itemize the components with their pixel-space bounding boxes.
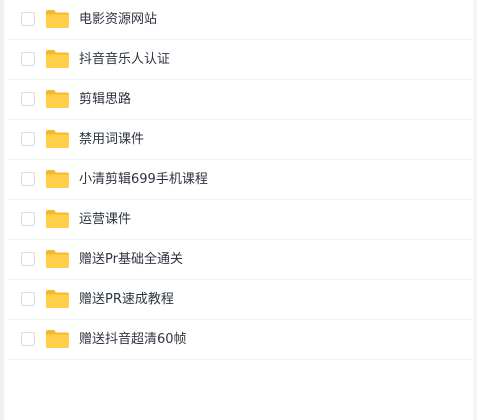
list-item-folder[interactable]: 抖音音乐人认证 <box>8 40 477 80</box>
row-checkbox[interactable] <box>21 332 35 346</box>
scrollbar-track[interactable] <box>473 0 477 420</box>
folder-name[interactable]: 运营课件 <box>79 200 131 240</box>
list-item-folder[interactable]: 运营课件 <box>8 200 477 240</box>
folder-icon <box>45 249 70 269</box>
folder-icon <box>45 129 70 149</box>
folder-icon <box>45 289 70 309</box>
folder-name[interactable]: 剪辑思路 <box>79 80 131 120</box>
folder-icon <box>45 9 70 29</box>
list-item-folder[interactable]: 赠送Pr基础全通关 <box>8 240 477 280</box>
list-item-folder[interactable]: 电影资源网站 <box>8 0 477 40</box>
folder-icon <box>45 329 70 349</box>
folder-name[interactable]: 赠送抖音超清60帧 <box>79 320 187 360</box>
list-item-folder[interactable]: 赠送抖音超清60帧 <box>8 320 477 360</box>
row-checkbox[interactable] <box>21 92 35 106</box>
folder-icon <box>45 169 70 189</box>
folder-name[interactable]: 赠送PR速成教程 <box>79 280 174 320</box>
folder-name[interactable]: 赠送Pr基础全通关 <box>79 240 183 280</box>
row-checkbox[interactable] <box>21 132 35 146</box>
row-checkbox[interactable] <box>21 252 35 266</box>
list-item-folder[interactable]: 小清剪辑699手机课程 <box>8 160 477 200</box>
row-checkbox[interactable] <box>21 212 35 226</box>
file-list: 电影资源网站 抖音音乐人认证 剪辑思路 禁用词课件 小清剪辑699手机课程 运营… <box>0 0 477 420</box>
list-item-folder[interactable]: 禁用词课件 <box>8 120 477 160</box>
folder-name[interactable]: 抖音音乐人认证 <box>79 40 170 80</box>
folder-name[interactable]: 电影资源网站 <box>79 0 157 40</box>
row-checkbox[interactable] <box>21 12 35 26</box>
row-checkbox[interactable] <box>21 172 35 186</box>
row-checkbox[interactable] <box>21 292 35 306</box>
list-item-folder[interactable]: 赠送PR速成教程 <box>8 280 477 320</box>
folder-icon <box>45 89 70 109</box>
folder-name[interactable]: 禁用词课件 <box>79 120 144 160</box>
folder-name[interactable]: 小清剪辑699手机课程 <box>79 160 208 200</box>
list-item-folder[interactable]: 剪辑思路 <box>8 80 477 120</box>
row-checkbox[interactable] <box>21 52 35 66</box>
folder-icon <box>45 49 70 69</box>
folder-icon <box>45 209 70 229</box>
